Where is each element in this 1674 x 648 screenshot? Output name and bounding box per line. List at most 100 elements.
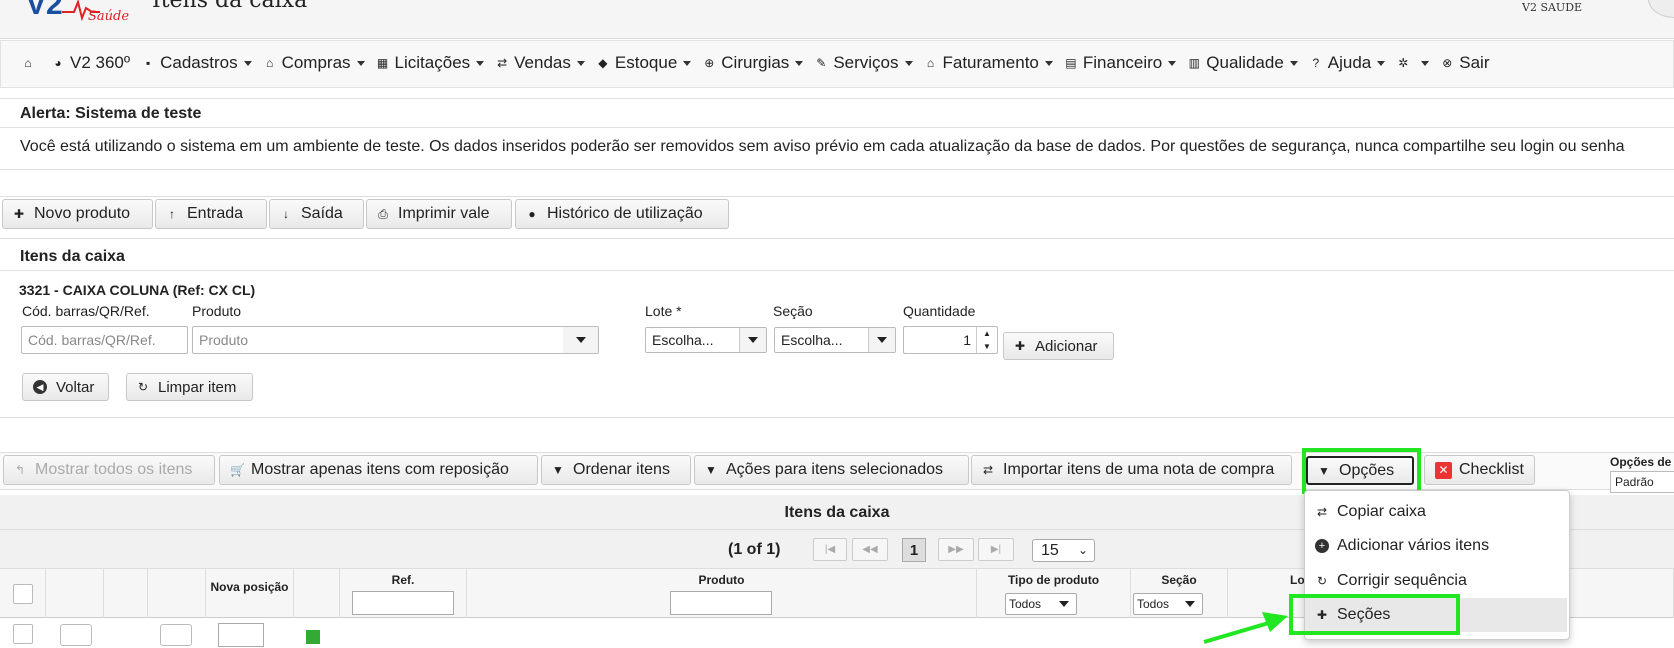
entry-button[interactable]: ↑ Entrada: [155, 199, 267, 229]
order-items-label: Ordenar itens: [573, 461, 670, 478]
product-label: Produto: [192, 303, 242, 319]
divider: [0, 98, 1674, 99]
arrow-up-icon: ↑: [169, 207, 175, 221]
column-product: Produto: [467, 569, 977, 619]
close-icon: ✕: [1435, 461, 1452, 479]
divider: [0, 238, 1674, 239]
section-header: Seção: [1161, 573, 1197, 587]
menu-item-label: Corrigir sequência: [1337, 572, 1467, 589]
first-page-button[interactable]: |◀: [813, 538, 847, 561]
row-button[interactable]: [160, 624, 192, 646]
caret-down-icon: [476, 60, 485, 66]
secao-select-value: Escolha...: [781, 332, 843, 348]
new-position-input[interactable]: [218, 623, 264, 647]
order-items-button[interactable]: ▼ Ordenar itens: [541, 455, 691, 485]
add-multiple-items-menu-item[interactable]: + Adicionar vários itens: [1305, 529, 1567, 563]
usage-history-button[interactable]: ● Histórico de utilização: [515, 199, 729, 229]
chevron-down-icon: [1059, 601, 1069, 607]
pointer-arrow-icon: [1203, 612, 1288, 644]
row-button[interactable]: [60, 624, 92, 646]
selected-items-actions-button[interactable]: ▼ Ações para itens selecionados: [694, 455, 969, 485]
ref-header: Ref.: [391, 573, 415, 587]
divider: [0, 127, 1674, 128]
nav-item-compras[interactable]: ⌂ Compras: [263, 53, 365, 73]
chevron-down-icon: ⌄: [1077, 543, 1088, 557]
prev-page-button[interactable]: ◀◀: [852, 538, 888, 561]
options-of-select[interactable]: Padrão: [1610, 471, 1674, 493]
show-replenish-button[interactable]: 🛒 Mostrar apenas itens com reposição: [219, 455, 538, 485]
add-button[interactable]: ✚ Adicionar: [1003, 332, 1114, 360]
nav-item-label: Cadastros: [160, 53, 238, 72]
quantity-value: 1: [963, 332, 971, 348]
nav-item-qualidade[interactable]: ▥ Qualidade: [1187, 53, 1298, 73]
nav-item-cirurgias[interactable]: ⊕ Cirurgias: [702, 53, 804, 73]
column-blank: [148, 569, 206, 619]
per-page-select[interactable]: 15 ⌄: [1032, 539, 1095, 562]
nav-item-vendas[interactable]: ⇄ Vendas: [495, 53, 585, 73]
checklist-button[interactable]: ✕ Checklist: [1424, 455, 1535, 485]
nav-item-label: Compras: [281, 53, 351, 72]
plus-icon: ✚: [1014, 339, 1026, 353]
fix-sequence-menu-item[interactable]: ↻ Corrigir sequência: [1305, 564, 1567, 598]
alert-message: Você está utilizando o sistema em um amb…: [20, 138, 1625, 155]
nav-item-gear[interactable]: ✲: [1396, 56, 1430, 70]
last-page-button[interactable]: ▶|: [978, 538, 1014, 561]
nav-item-ajuda[interactable]: ? Ajuda: [1309, 53, 1386, 73]
plus-circle-icon: ⊕: [704, 56, 715, 70]
chevron-down-icon: [1185, 601, 1195, 607]
nav-item-faturamento[interactable]: ⌂ Faturamento: [924, 53, 1053, 73]
show-replenish-label: Mostrar apenas itens com reposição: [251, 461, 509, 478]
barcode-input[interactable]: Cód. barras/QR/Ref.: [21, 326, 188, 354]
product-type-filter[interactable]: Todos: [1005, 593, 1077, 615]
home-icon: ⌂: [24, 56, 32, 70]
back-button[interactable]: ◀ Voltar: [22, 373, 109, 401]
arrow-left-circle-icon: ◀: [33, 380, 47, 394]
lote-select[interactable]: Escolha...: [645, 327, 767, 353]
caret-down-icon: [1421, 60, 1430, 66]
secao-select[interactable]: Escolha...: [774, 327, 896, 353]
nav-item-estoque[interactable]: ◆ Estoque: [596, 53, 692, 73]
chevron-down-icon: [748, 337, 758, 343]
increment-icon[interactable]: ▲: [976, 327, 997, 340]
import-invoice-label: Importar itens de uma nota de compra: [1003, 461, 1275, 478]
nav-item-v2-360-[interactable]: ◕ V2 360º: [51, 53, 130, 73]
next-page-button[interactable]: ▶▶: [938, 538, 974, 561]
divider: [0, 270, 1674, 271]
nav-item-financeiro[interactable]: ▤ Financeiro: [1064, 53, 1177, 73]
v2-saude-logo[interactable]: V2 Saúde: [22, 0, 132, 22]
ref-filter-input[interactable]: [352, 591, 454, 615]
nav-item-licita-es[interactable]: ▦ Licitações: [376, 53, 485, 73]
product-dropdown-button[interactable]: [563, 326, 599, 354]
lote-label: Lote *: [645, 303, 682, 319]
decrement-icon[interactable]: ▼: [976, 340, 997, 353]
clear-item-button[interactable]: ↻ Limpar item: [126, 373, 253, 401]
nav-item-home[interactable]: ⌂: [21, 56, 40, 70]
print-voucher-button[interactable]: ⎙ Imprimir vale: [366, 199, 512, 229]
product-filter-input[interactable]: [670, 591, 772, 615]
nav-item-label: Serviços: [833, 53, 899, 72]
new-product-label: Novo produto: [34, 205, 131, 222]
nav-item-servi-os[interactable]: ✎ Serviços: [814, 53, 913, 73]
caret-down-icon: [243, 60, 252, 66]
product-input[interactable]: Produto: [192, 326, 564, 354]
status-indicator: [306, 630, 320, 644]
bank-icon: ⌂: [265, 56, 274, 70]
import-invoice-button[interactable]: ⇄ Importar itens de uma nota de compra: [971, 455, 1292, 485]
current-page[interactable]: 1: [902, 538, 926, 562]
copy-box-menu-item[interactable]: ⇄ Copiar caixa: [1305, 495, 1567, 529]
quantity-stepper[interactable]: 1 ▲ ▼: [903, 326, 998, 354]
nav-item-label: Cirurgias: [721, 53, 790, 72]
alert-title: Alerta: Sistema de teste: [20, 105, 202, 122]
nav-item-label: Qualidade: [1206, 53, 1284, 72]
exit-button[interactable]: ↓ Saída: [269, 199, 364, 229]
cart-icon: 🛒: [230, 463, 245, 477]
new-product-button[interactable]: ✚ Novo produto: [2, 199, 153, 229]
nav-item-sair[interactable]: ⊗ Sair: [1440, 53, 1489, 73]
select-all-checkbox[interactable]: [13, 584, 33, 604]
row-checkbox[interactable]: [13, 624, 33, 644]
divider: [0, 417, 1674, 418]
section-filter[interactable]: Todos: [1133, 593, 1203, 615]
show-all-items-button[interactable]: ↰ Mostrar todos os itens: [3, 455, 215, 485]
nav-item-cadastros[interactable]: ▪ Cadastros: [141, 53, 252, 73]
menu-item-label: Copiar caixa: [1337, 503, 1426, 520]
